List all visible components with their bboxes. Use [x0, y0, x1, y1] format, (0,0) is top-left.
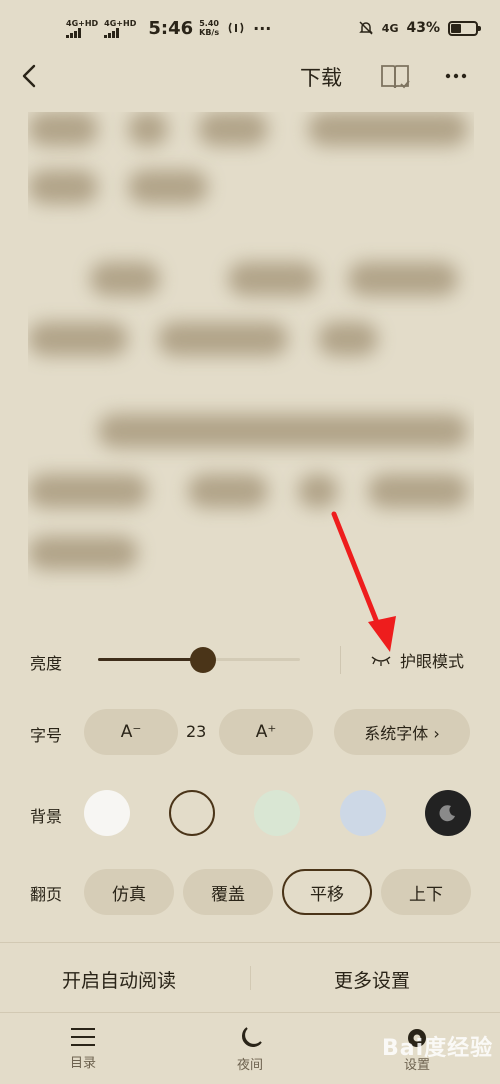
annotation-arrow-icon	[331, 511, 396, 652]
brightness-label: 亮度	[30, 654, 63, 673]
increase-font-label: A⁺	[255, 722, 277, 742]
sim2-signal-icon: 4G+HD	[104, 19, 136, 38]
network-type: 4G	[381, 21, 399, 35]
page-turn-label: 翻页	[30, 885, 63, 904]
background-swatch-dark[interactable]	[425, 790, 471, 836]
page-turn-option-slide[interactable]: 平移	[282, 869, 372, 915]
increase-font-button[interactable]: A⁺	[219, 709, 313, 755]
background-swatch-blue[interactable]	[340, 790, 386, 836]
moon-icon	[439, 805, 455, 822]
more-settings-button[interactable]: 更多设置	[334, 966, 410, 993]
page-turn-option-label: 平移	[310, 884, 344, 905]
page-turn-option-cover[interactable]: 覆盖	[183, 869, 273, 915]
back-arrow-icon[interactable]	[18, 62, 42, 90]
page-turn-option-simulation[interactable]: 仿真	[84, 869, 174, 915]
page-turn-option-vertical[interactable]: 上下	[381, 869, 471, 915]
status-time: 5:46	[148, 17, 194, 39]
panel-divider	[0, 942, 500, 943]
network-speed: 5.40 KB/s	[199, 19, 220, 37]
tab-night-label: 夜间	[236, 1058, 263, 1073]
tab-catalog[interactable]: 目录	[38, 1026, 128, 1071]
system-font-button[interactable]: 系统字体 ›	[334, 709, 470, 755]
brightness-slider-thumb[interactable]	[190, 647, 217, 673]
decrease-font-label: A⁻	[120, 722, 142, 742]
more-options-icon[interactable]	[444, 64, 468, 88]
battery-percent: 43%	[406, 20, 440, 36]
brightness-slider[interactable]	[98, 647, 300, 673]
menu-list-icon	[71, 1028, 95, 1046]
watermark-logo: Bai度经验	[382, 1036, 494, 1061]
auto-read-button[interactable]: 开启自动阅读	[62, 966, 176, 993]
background-swatch-green[interactable]	[254, 790, 300, 836]
page-turn-option-label: 上下	[409, 884, 443, 905]
bookshelf-icon[interactable]	[378, 62, 412, 92]
download-button[interactable]: 下载	[300, 62, 342, 92]
page-turn-option-label: 仿真	[112, 884, 146, 905]
eye-mode-label: 护眼模式	[400, 652, 465, 671]
mute-bell-icon	[358, 21, 373, 35]
actions-divider	[250, 966, 251, 990]
tab-catalog-label: 目录	[69, 1056, 96, 1071]
background-swatch-white[interactable]	[84, 790, 130, 836]
system-font-label: 系统字体 ›	[364, 724, 440, 743]
status-more: ···	[253, 18, 272, 38]
background-swatch-parchment[interactable]	[169, 790, 215, 836]
moon-outline-icon	[242, 1027, 262, 1047]
closed-eye-icon	[371, 656, 391, 666]
decrease-font-button[interactable]: A⁻	[84, 709, 178, 755]
battery-icon	[448, 20, 481, 36]
top-bar: 下载	[0, 52, 500, 100]
font-size-value: 23	[186, 722, 207, 741]
status-bar: 4G+HD 4G+HD 5:46 5.40 KB/s ··· 4G 43%	[0, 0, 500, 56]
sim1-signal-icon: 4G+HD	[66, 19, 98, 38]
reading-content[interactable]	[28, 112, 474, 592]
brightness-divider	[340, 646, 341, 674]
page-turn-option-label: 覆盖	[211, 884, 245, 905]
tab-bar-divider	[0, 1012, 500, 1013]
background-label: 背景	[30, 807, 63, 826]
font-size-label: 字号	[30, 726, 63, 745]
hotspot-icon	[228, 22, 244, 34]
eye-protection-mode-button[interactable]: 护眼模式	[370, 648, 464, 672]
tab-night-mode[interactable]: 夜间	[205, 1026, 295, 1073]
